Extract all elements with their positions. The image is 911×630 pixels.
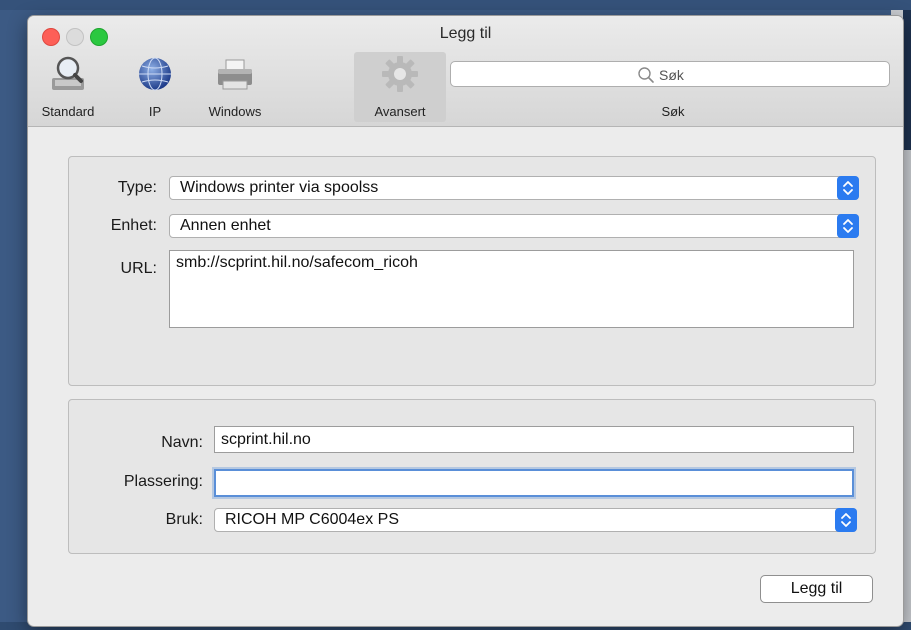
toolbar-ip-button[interactable]: IP (120, 52, 190, 122)
chevron-up-down-icon (843, 219, 853, 233)
printer-icon (218, 59, 252, 90)
device-select-arrow (837, 214, 859, 238)
url-field[interactable]: smb://scprint.hil.no/safecom_ricoh (169, 250, 854, 328)
search-icon (638, 67, 654, 83)
device-select[interactable]: Annen enhet (169, 214, 859, 238)
chevron-up-down-icon (841, 513, 851, 527)
desktop-background (0, 0, 911, 10)
chevron-up-down-icon (843, 181, 853, 195)
toolbar-windows-label: Windows (208, 104, 262, 119)
connection-group: Type: Windows printer via spoolss Enhet:… (68, 156, 876, 386)
type-select[interactable]: Windows printer via spoolss (169, 176, 859, 200)
driver-select[interactable]: RICOH MP C6004ex PS (214, 508, 857, 532)
window-toolbar: Legg til Standard IP Windows Avansert Sø… (28, 16, 903, 127)
toolbar-windows-button[interactable]: Windows (190, 52, 280, 122)
add-button[interactable]: Legg til (760, 575, 873, 603)
toolbar-advanced-label: Avansert (374, 104, 426, 119)
url-label: URL: (120, 260, 157, 277)
location-field[interactable] (214, 469, 854, 497)
driver-select-arrow (835, 508, 857, 532)
toolbar-standard-label: Standard (41, 104, 95, 119)
type-select-arrow (837, 176, 859, 200)
name-label: Navn: (161, 434, 203, 451)
window-title: Legg til (439, 25, 492, 42)
search-field[interactable] (450, 61, 890, 87)
device-label: Enhet: (110, 217, 157, 234)
printer-details-group: Navn: Plassering: Bruk: RICOH MP C6004ex… (68, 399, 876, 554)
type-select-value: Windows printer via spoolss (180, 179, 379, 196)
toolbar-ip-label: IP (148, 104, 162, 119)
add-printer-window: Legg til Standard IP Windows Avansert Sø… (28, 16, 903, 626)
globe-icon (139, 57, 171, 91)
device-select-value: Annen enhet (180, 217, 271, 234)
type-label: Type: (117, 179, 157, 196)
toolbar-advanced-button[interactable]: Avansert (354, 52, 446, 122)
magnifier-printer-icon (52, 56, 84, 90)
gear-icon (382, 56, 418, 92)
search-input[interactable] (657, 65, 861, 85)
search-label: Søk (661, 104, 685, 119)
location-label: Plassering: (123, 473, 203, 490)
name-field[interactable] (214, 426, 854, 453)
use-label: Bruk: (165, 511, 203, 528)
toolbar-standard-button[interactable]: Standard (28, 52, 108, 122)
background-window-dark-edge (903, 10, 911, 150)
driver-select-value: RICOH MP C6004ex PS (225, 511, 399, 528)
